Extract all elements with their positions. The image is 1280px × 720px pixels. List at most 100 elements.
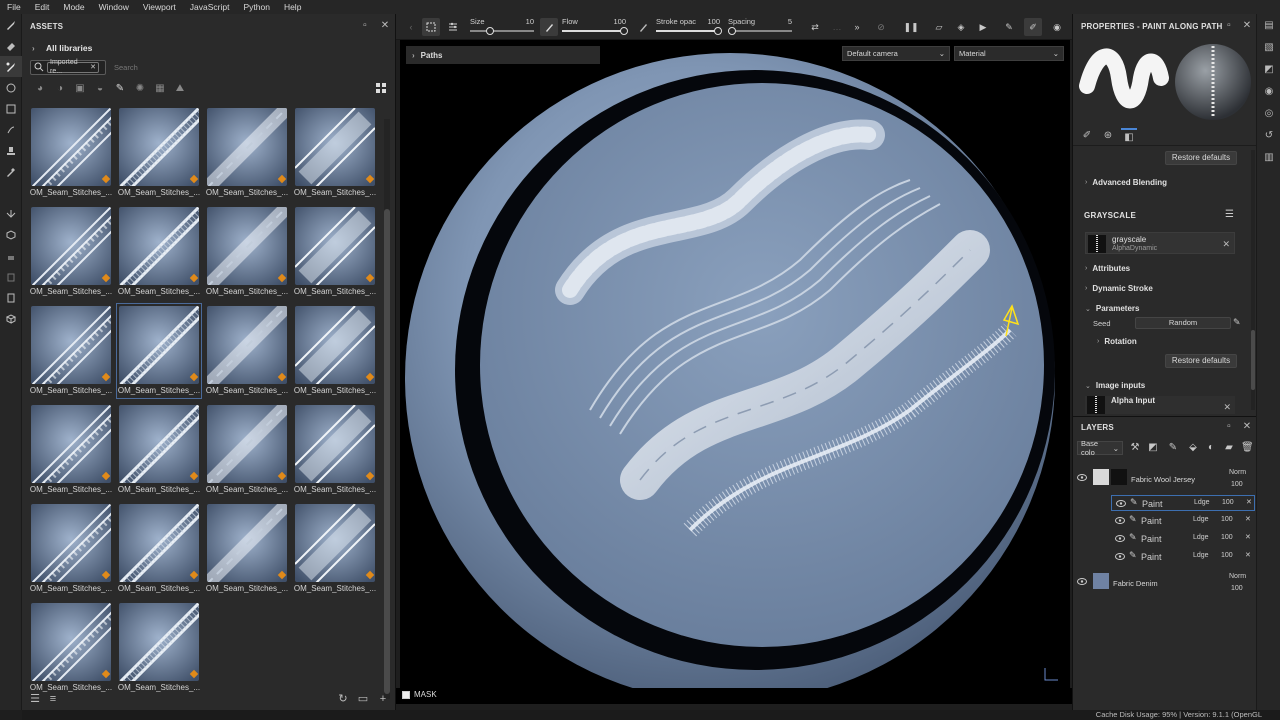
close-icon[interactable]: ✕ bbox=[1241, 20, 1253, 32]
add-icon[interactable]: + bbox=[376, 692, 390, 706]
spacing-value[interactable]: 5 bbox=[788, 17, 792, 26]
remove-icon[interactable]: ✕ bbox=[1245, 551, 1251, 559]
asset-thumbnail[interactable]: OM_Seam_Stitches_... bbox=[204, 402, 290, 498]
eye-icon[interactable] bbox=[1116, 500, 1126, 507]
refresh-icon[interactable]: ↻ bbox=[336, 692, 350, 706]
paint-brush-icon[interactable] bbox=[0, 14, 22, 35]
particle-filter-icon[interactable]: ✺ bbox=[130, 80, 150, 96]
edit-pencil-icon[interactable]: ✎ bbox=[1233, 317, 1241, 328]
menu-help[interactable]: Help bbox=[277, 2, 308, 12]
asset-thumbnail[interactable]: OM_Seam_Stitches_... bbox=[292, 303, 378, 399]
sub-layer-name[interactable]: Paint bbox=[1142, 499, 1163, 509]
cube-icon[interactable]: ◈ bbox=[952, 18, 970, 36]
settings-sliders-icon[interactable] bbox=[444, 18, 462, 36]
tab-brush-icon[interactable]: ✐ bbox=[1079, 128, 1095, 144]
camera-tool-icon[interactable] bbox=[0, 266, 22, 287]
sub-layer-paint-1[interactable]: ✎ Paint Ldge 100 ✕ bbox=[1111, 495, 1255, 511]
paint-mode-icon[interactable]: ✎ bbox=[1000, 18, 1018, 36]
asset-thumbnail[interactable]: OM_Seam_Stitches_... bbox=[292, 204, 378, 300]
flow-value[interactable]: 100 bbox=[613, 17, 626, 26]
close-icon[interactable]: ✕ bbox=[379, 20, 391, 32]
display-settings-icon[interactable]: ◉ bbox=[1257, 80, 1280, 102]
layer-blend-mode[interactable]: Norm bbox=[1229, 573, 1246, 580]
asset-thumbnail[interactable]: OM_Seam_Stitches_... bbox=[28, 501, 114, 597]
sub-layer-blend[interactable]: Ldge bbox=[1193, 534, 1209, 541]
texture-filter-icon[interactable]: ▣ bbox=[70, 80, 90, 96]
channel-dropdown[interactable]: Base colo ⌄ bbox=[1077, 439, 1123, 457]
brush-filter-icon[interactable]: ✎ bbox=[110, 80, 130, 96]
pen-icon[interactable] bbox=[634, 18, 652, 36]
restore-defaults-button-2[interactable]: Restore defaults bbox=[1165, 354, 1237, 368]
properties-icon[interactable]: ◩ bbox=[1257, 58, 1280, 80]
chip-close-icon[interactable]: ✕ bbox=[90, 63, 96, 72]
smart-material-icon[interactable]: ◐ bbox=[1205, 442, 1217, 454]
asset-thumbnail[interactable]: OM_Seam_Stitches_... bbox=[28, 204, 114, 300]
menu-python[interactable]: Python bbox=[236, 2, 276, 12]
spacing-knob[interactable] bbox=[728, 27, 736, 35]
3d-viewport[interactable]: › Paths Default camera ⌄ Material ⌄ bbox=[400, 40, 1070, 704]
pause-icon[interactable]: ❚❚ bbox=[902, 18, 920, 36]
search-box[interactable]: Imported re... ✕ bbox=[30, 59, 106, 75]
asset-thumbnail[interactable]: OM_Seam_Stitches_... bbox=[116, 600, 202, 696]
sub-layer-name[interactable]: Paint bbox=[1141, 534, 1162, 544]
viewer-settings-icon[interactable]: ◎ bbox=[1257, 102, 1280, 124]
no-symmetry-icon[interactable]: ⊘ bbox=[872, 18, 890, 36]
more-options-icon[interactable]: … bbox=[828, 18, 846, 36]
pen-pressure-icon[interactable] bbox=[540, 18, 558, 36]
list-view-icon[interactable]: ☰ bbox=[28, 692, 42, 706]
sub-layer-paint-2[interactable]: ✎ Paint Ldge 100 ✕ bbox=[1111, 513, 1255, 529]
mask-checkbox[interactable] bbox=[402, 690, 410, 699]
layer-name[interactable]: Fabric Wool Jersey bbox=[1131, 475, 1195, 484]
alpha-input-resource[interactable]: Alpha Input ✕ bbox=[1085, 396, 1235, 414]
arrow-left-icon[interactable]: ‹ bbox=[402, 18, 420, 36]
layer-fabric-denim[interactable]: Fabric Denim Norm 100 bbox=[1073, 571, 1257, 597]
asset-thumbnail[interactable]: OM_Seam_Stitches_... bbox=[28, 105, 114, 201]
menu-window[interactable]: Window bbox=[92, 2, 136, 12]
restore-defaults-button[interactable]: Restore defaults bbox=[1165, 151, 1237, 165]
asset-thumbnail[interactable]: OM_Seam_Stitches_... bbox=[116, 303, 202, 399]
filter-sphere-icon[interactable]: ◒ bbox=[90, 80, 110, 96]
clone-stamp-icon[interactable] bbox=[0, 140, 22, 161]
stroke-opacity-value[interactable]: 100 bbox=[707, 17, 720, 26]
paint-along-path-icon[interactable] bbox=[0, 56, 22, 77]
image-inputs-section[interactable]: ⌄ Image inputs bbox=[1085, 381, 1145, 390]
smudge-icon[interactable] bbox=[0, 119, 22, 140]
rotation-section[interactable]: › Rotation bbox=[1097, 337, 1137, 346]
close-icon[interactable]: ✕ bbox=[1241, 421, 1253, 433]
size-slider[interactable]: Size 10 bbox=[470, 17, 534, 37]
path-select-icon[interactable] bbox=[422, 18, 440, 36]
asset-thumbnail[interactable]: OM_Seam_Stitches_... bbox=[204, 105, 290, 201]
mesh-sphere-render[interactable] bbox=[400, 40, 1070, 704]
assets-scrollbar[interactable] bbox=[384, 119, 390, 699]
sub-layer-opacity[interactable]: 100 bbox=[1221, 552, 1233, 559]
parameters-section[interactable]: ⌄ Parameters bbox=[1085, 304, 1139, 313]
asset-thumbnail[interactable]: OM_Seam_Stitches_... bbox=[116, 105, 202, 201]
search-input[interactable]: Search bbox=[114, 63, 138, 72]
seed-random-button[interactable]: Random bbox=[1135, 317, 1231, 329]
advanced-blending-section[interactable]: › Advanced Blending bbox=[1085, 178, 1167, 187]
menu-mode[interactable]: Mode bbox=[56, 2, 91, 12]
asset-thumbnail[interactable]: OM_Seam_Stitches_... bbox=[28, 402, 114, 498]
folder-icon[interactable]: ▰ bbox=[1223, 442, 1235, 454]
paint-layer-icon[interactable]: ✎ bbox=[1167, 442, 1179, 454]
asset-thumbnail[interactable]: OM_Seam_Stitches_... bbox=[204, 204, 290, 300]
filter-list-icon[interactable]: ≡ bbox=[46, 692, 60, 706]
remove-icon[interactable]: ✕ bbox=[1246, 498, 1252, 506]
brush-mode-icon[interactable]: ✐ bbox=[1024, 18, 1042, 36]
scroll-thumb[interactable] bbox=[384, 209, 390, 694]
asset-thumbnail[interactable]: OM_Seam_Stitches_... bbox=[292, 501, 378, 597]
cube-tool-icon[interactable] bbox=[0, 308, 22, 329]
environment-filter-icon[interactable]: ⛰ bbox=[170, 80, 190, 96]
sub-layer-opacity[interactable]: 100 bbox=[1221, 534, 1233, 541]
remove-icon[interactable]: ✕ bbox=[1223, 402, 1231, 413]
layer-blend-mode[interactable]: Norm bbox=[1229, 469, 1246, 476]
asset-thumbnail[interactable]: OM_Seam_Stitches_... bbox=[116, 204, 202, 300]
menu-viewport[interactable]: Viewport bbox=[136, 2, 183, 12]
size-knob[interactable] bbox=[486, 27, 494, 35]
screenshot-camera-icon[interactable]: ◉ bbox=[1048, 18, 1066, 36]
layer-fabric-wool-jersey[interactable]: Fabric Wool Jersey Norm 100 bbox=[1073, 467, 1257, 493]
asset-thumbnail[interactable]: OM_Seam_Stitches_... bbox=[28, 303, 114, 399]
polygon-fill-icon[interactable] bbox=[0, 98, 22, 119]
flow-slider[interactable]: Flow 100 bbox=[562, 17, 628, 37]
sub-layer-opacity[interactable]: 100 bbox=[1221, 516, 1233, 523]
